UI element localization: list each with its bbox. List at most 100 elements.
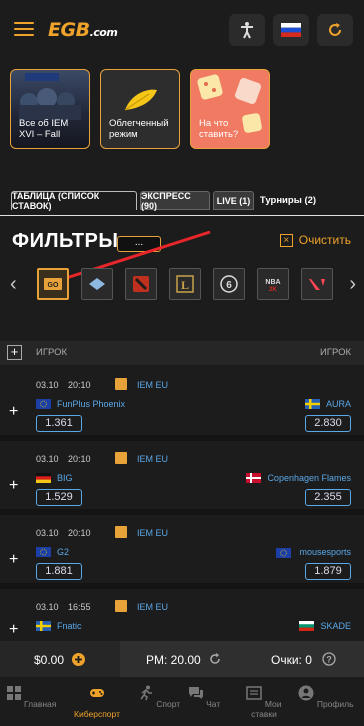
match-date: 03.10 <box>36 528 59 538</box>
flag-eu-icon <box>36 547 51 557</box>
expand-match-button[interactable]: + <box>9 403 18 421</box>
chevron-right-icon[interactable]: › <box>349 273 356 296</box>
team2-name: mousesports <box>299 547 351 557</box>
odd1-button[interactable]: 1.881 <box>36 563 82 580</box>
cs-go-icon: GO <box>44 278 62 290</box>
team2-name: Copenhagen Flames <box>267 473 351 483</box>
match-time: 16:55 <box>68 602 91 612</box>
starcraft-icon <box>89 278 105 290</box>
promo-lite-mode[interactable]: Облегченный режим <box>100 69 180 149</box>
team2[interactable]: AURA <box>304 399 351 409</box>
tab-table[interactable]: ТАБЛИЦА (СПИСОК СТАВОК) <box>11 191 137 211</box>
team2[interactable]: mousesports <box>299 547 351 557</box>
game-filter-starcraft[interactable] <box>81 268 113 300</box>
match-row[interactable]: + 03.10 16:55 IEM EU Fnatic SKADE <box>0 595 364 641</box>
accessibility-button[interactable] <box>229 14 265 46</box>
cs-go-icon <box>115 452 127 464</box>
league-link[interactable]: IEM EU <box>137 602 168 612</box>
team1[interactable]: FunPlus Phoenix <box>36 399 125 409</box>
tab-live[interactable]: LIVE (1) <box>213 191 254 210</box>
nav-chat[interactable]: Чат <box>174 685 234 709</box>
add-funds-icon[interactable] <box>72 653 85 666</box>
promo-what-to-bet[interactable]: На что ставить? <box>190 69 270 149</box>
odd1-button[interactable]: 1.361 <box>36 415 82 432</box>
svg-text:NBA: NBA <box>265 279 280 286</box>
odd1-button[interactable]: 1.529 <box>36 489 82 506</box>
logo-text: EGB <box>48 19 90 41</box>
league-link[interactable]: IEM EU <box>137 380 168 390</box>
svg-text:GO: GO <box>48 282 59 289</box>
money-balance[interactable]: $0.00 <box>0 641 120 677</box>
logo-suffix: .com <box>89 26 118 39</box>
match-time: 20:10 <box>68 380 91 390</box>
nav-esports[interactable]: Киберспорт <box>67 685 127 719</box>
nav-my-bets[interactable]: Мои ставки <box>234 685 294 719</box>
league-link[interactable]: IEM EU <box>137 528 168 538</box>
svg-text:6: 6 <box>226 280 232 291</box>
nav-profile[interactable]: Профиль <box>296 685 356 709</box>
expand-match-button[interactable]: + <box>9 477 18 495</box>
flag-de-icon <box>36 473 51 483</box>
help-icon[interactable]: ? <box>322 652 336 666</box>
flag-se-icon <box>36 621 51 631</box>
game-filter-dota[interactable] <box>125 268 157 300</box>
match-row[interactable]: + 03.10 20:10 IEM EU FunPlus Phoenix AUR… <box>0 373 364 441</box>
nav-home[interactable]: Главная <box>1 685 61 709</box>
chevron-left-icon[interactable]: ‹ <box>10 273 17 296</box>
odd2-button[interactable]: 2.830 <box>305 415 351 432</box>
team1[interactable]: BIG <box>36 473 73 483</box>
game-filter-rainbow-six[interactable]: 6 <box>213 268 245 300</box>
match-date: 03.10 <box>36 454 59 464</box>
running-icon <box>140 685 152 701</box>
game-filter-nba2k[interactable]: NBA 2K <box>257 268 289 300</box>
team2-name: SKADE <box>320 621 351 631</box>
nba2k-icon: NBA2K <box>265 279 280 292</box>
promo-bet-label: На что ставить? <box>199 118 239 140</box>
menu-icon[interactable] <box>14 22 34 36</box>
expand-match-button[interactable]: + <box>9 621 18 639</box>
odd2-button[interactable]: 2.355 <box>305 489 351 506</box>
promo-lite-label: Облегченный режим <box>109 118 169 140</box>
tab-tournaments[interactable]: Турниры (2) <box>256 191 320 210</box>
nav-chat-label: Чат <box>206 699 221 709</box>
team2[interactable]: Copenhagen Flames <box>246 473 351 483</box>
team1-name: G2 <box>57 547 70 557</box>
game-filter-cs-go[interactable]: GO <box>37 268 69 300</box>
game-filter-carousel: ‹ GO L 6 NBA 2K › <box>0 265 364 305</box>
rainbow-six-icon: 6 <box>220 275 238 293</box>
team1[interactable]: G2 <box>36 547 69 557</box>
accessibility-icon <box>241 22 253 39</box>
bets-list-icon <box>246 686 263 700</box>
header: EGB.com <box>0 0 364 60</box>
pm-value: PM: 20.00 <box>146 653 201 667</box>
nav-home-label: Главная <box>24 699 57 709</box>
refresh-icon[interactable] <box>208 652 222 666</box>
svg-text:L: L <box>181 278 189 292</box>
language-button[interactable] <box>273 14 309 46</box>
team2[interactable]: SKADE <box>299 621 351 631</box>
filters-more-button[interactable]: ... <box>117 236 161 252</box>
cs-go-icon <box>115 526 127 538</box>
flag-eu-icon <box>36 399 51 409</box>
clear-filters-button[interactable]: × Очистить <box>279 233 351 247</box>
chat-icon <box>188 687 203 699</box>
matches-list-header: + ИГРОК ИГРОК <box>0 341 364 365</box>
refresh-button[interactable] <box>317 14 353 46</box>
league-link[interactable]: IEM EU <box>137 454 168 464</box>
team1[interactable]: Fnatic <box>36 621 82 631</box>
expand-all-button[interactable]: + <box>7 345 22 360</box>
odd2-button[interactable]: 1.879 <box>305 563 351 580</box>
tab-express[interactable]: ЭКСПРЕСС (90) <box>140 191 210 211</box>
expand-match-button[interactable]: + <box>9 551 18 569</box>
logo[interactable]: EGB.com <box>48 19 118 41</box>
match-date: 03.10 <box>36 380 59 390</box>
match-row[interactable]: + 03.10 20:10 IEM EU G2 mousesports 1.88… <box>0 521 364 589</box>
game-filter-lol[interactable]: L <box>169 268 201 300</box>
feather-icon <box>124 89 157 111</box>
match-row[interactable]: + 03.10 20:10 IEM EU BIG Copenhagen Flam… <box>0 447 364 515</box>
game-filter-valorant[interactable] <box>301 268 333 300</box>
promo-iem[interactable]: Все об IEM XVI – Fall <box>10 69 90 149</box>
match-time: 20:10 <box>68 454 91 464</box>
team1-name: BIG <box>57 473 73 483</box>
flag-dk-icon <box>246 473 262 483</box>
